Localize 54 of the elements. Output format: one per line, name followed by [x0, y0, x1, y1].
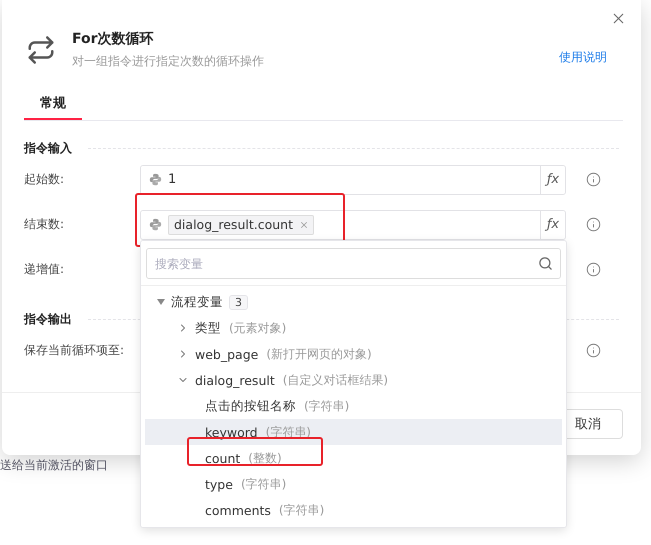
tab[interactable]: 常规	[24, 88, 82, 120]
variable-type: (字符串)	[278, 502, 324, 518]
info-icon[interactable]	[586, 262, 601, 277]
dialog-title: For次数循环	[72, 30, 155, 48]
variable-name: dialog_result	[195, 372, 275, 388]
variable-item[interactable]: web_page (新打开网页的对象)	[145, 341, 562, 367]
variable-tag: dialog_result.count	[168, 214, 314, 234]
variable-name: count	[205, 450, 240, 466]
variable-type: (新打开网页的对象)	[266, 346, 372, 362]
variable-name: comments	[205, 502, 271, 518]
formula-button[interactable]: ƒx	[540, 166, 565, 194]
info-icon[interactable]	[586, 343, 601, 358]
variable-name: 类型	[195, 320, 221, 336]
field-label: 起始数:	[24, 171, 66, 188]
variable-type: (整数)	[248, 450, 282, 466]
help-link[interactable]: 使用说明	[559, 48, 607, 66]
input-field[interactable]: 1 ƒx	[140, 164, 566, 194]
field-label: 保存当前循环项至:	[24, 342, 126, 359]
input-field[interactable]: dialog_result.count ƒx	[140, 210, 566, 240]
count-badge: 3	[229, 294, 248, 310]
info-icon[interactable]	[586, 217, 601, 232]
dialog-subtitle: 对一组指令进行指定次数的循环操作	[72, 53, 265, 70]
search-field[interactable]: 搜索变量	[146, 248, 561, 279]
group-name: 流程变量	[171, 294, 223, 310]
variable-type: (字符串)	[304, 398, 350, 414]
variable-item[interactable]: count (整数)	[145, 445, 562, 471]
variable-name: 点击的按钮名称	[205, 398, 296, 414]
variable-group[interactable]: 流程变量 3	[145, 289, 562, 315]
variable-name: web_page	[195, 346, 258, 362]
formula-button[interactable]: ƒx	[540, 210, 565, 238]
section-title: 指令输入	[24, 140, 72, 157]
variable-item[interactable]: keyword (字符串)	[145, 419, 562, 445]
variable-type: (自定义对话框结果)	[282, 372, 388, 388]
field-label: 结束数:	[24, 216, 66, 233]
field-value: 1	[168, 172, 176, 187]
search-icon	[538, 256, 553, 271]
variable-name: keyword	[205, 424, 258, 440]
python-icon	[149, 218, 162, 231]
collapse-triangle-icon	[157, 298, 165, 306]
variable-item[interactable]: 类型 (元素对象)	[145, 315, 562, 341]
variable-item[interactable]: dialog_result (自定义对话框结果)	[145, 367, 562, 393]
field-label: 递增值:	[24, 261, 66, 278]
loop-icon	[26, 35, 56, 65]
variable-type: (元素对象)	[229, 320, 286, 336]
background-text: 送给当前激活的窗口	[0, 457, 108, 474]
variable-type: (字符串)	[266, 424, 311, 440]
variable-item[interactable]: type (字符串)	[145, 471, 562, 497]
remove-icon[interactable]	[298, 220, 309, 230]
variable-type: (字符串)	[240, 476, 286, 492]
python-icon	[149, 173, 162, 186]
variable-item[interactable]: comments (字符串)	[145, 497, 562, 523]
section-title: 指令输出	[24, 311, 72, 328]
info-icon[interactable]	[586, 172, 601, 187]
variable-name: type	[205, 476, 233, 492]
